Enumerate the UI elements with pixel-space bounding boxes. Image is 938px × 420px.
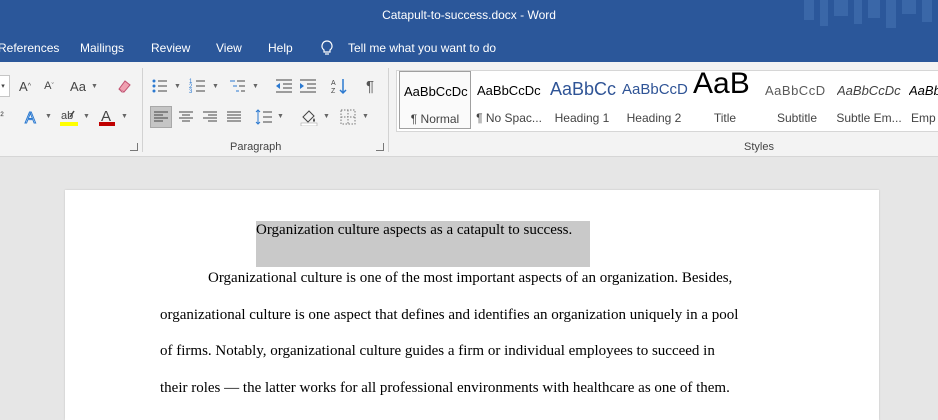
shading-icon[interactable] [298,106,320,128]
chevron-down-icon[interactable]: ▼ [362,113,369,120]
chevron-down-icon[interactable]: ▼ [174,83,181,90]
group-divider [142,68,143,152]
paragraph-line[interactable]: their roles — the latter works for all p… [160,380,730,397]
style-no-spacing[interactable]: AaBbCcDc ¶ No Spac... [473,71,545,129]
tab-mailings[interactable]: Mailings [80,41,124,55]
paragraph-group-label: Paragraph [230,141,282,153]
style-normal[interactable]: AaBbCcDc ¶ Normal [399,71,471,129]
clear-formatting-icon[interactable] [114,76,134,96]
grow-font-icon[interactable]: A ^ [16,76,34,96]
paragraph-line[interactable]: of firms. Notably, organizational cultur… [160,343,715,360]
chevron-down-icon[interactable]: ▼ [252,83,259,90]
multilevel-list-icon[interactable] [228,76,248,96]
style-title[interactable]: AaB Title [689,71,761,129]
chevron-down-icon[interactable]: ▼ [277,113,284,120]
tab-help[interactable]: Help [268,41,293,55]
borders-icon[interactable] [338,106,358,128]
line-spacing-icon[interactable] [254,106,274,128]
font-color-icon[interactable]: A [96,106,118,128]
decrease-indent-icon[interactable] [274,76,294,96]
svg-text:A: A [331,80,336,87]
paragraph-line[interactable]: Organizational culture is one of the mos… [208,270,732,287]
font-size-dropdown[interactable]: ▾ [0,75,10,97]
svg-text:3: 3 [189,89,193,95]
numbering-icon[interactable]: 123 [188,76,208,96]
chevron-down-icon[interactable]: ▼ [121,113,128,120]
justify-icon[interactable] [224,106,244,128]
style-heading-1[interactable]: AaBbCc Heading 1 [546,71,618,129]
style-subtle-emphasis[interactable]: AaBbCcDc Subtle Em... [833,71,905,129]
increase-indent-icon[interactable] [298,76,318,96]
chevron-down-icon[interactable]: ▼ [91,83,98,90]
paragraph-dialog-launcher-icon[interactable] [376,143,384,151]
document-heading[interactable]: Organization culture aspects as a catapu… [256,222,572,239]
align-center-icon[interactable] [176,106,196,128]
styles-group-label: Styles [744,141,774,153]
chevron-down-icon[interactable]: ▼ [45,113,52,120]
document-page[interactable]: Organization culture aspects as a catapu… [65,190,879,420]
show-formatting-marks-icon[interactable]: ¶ [360,76,380,96]
chevron-down-icon[interactable]: ▼ [212,83,219,90]
title-bar-decoration [804,0,932,28]
text-effects-icon[interactable]: A [22,106,42,128]
tab-view[interactable]: View [216,41,242,55]
title-bar: Catapult-to-success.docx - Word [0,0,938,36]
ribbon: ▾ A ^ Aˇ Aa ▼ ² A ▼ ab ▼ A ▼ ▼ 123 ▼ ▼ AZ… [0,62,938,157]
font-dialog-launcher-icon[interactable] [130,143,138,151]
superscript-icon[interactable]: ² [0,106,6,126]
sort-icon[interactable]: AZ [330,76,350,96]
lightbulb-icon[interactable] [320,40,334,59]
ribbon-tabs: References Mailings Review View Help Tel… [0,36,938,62]
style-subtitle[interactable]: AaBbCcD Subtitle [761,71,833,129]
tab-references[interactable]: References [0,41,59,55]
paragraph-line[interactable]: organizational culture is one aspect tha… [160,307,738,324]
chevron-down-icon[interactable]: ▼ [83,113,90,120]
style-emphasis[interactable]: AaBbCcDc Emp [905,71,938,129]
chevron-down-icon[interactable]: ▼ [323,113,330,120]
bullets-icon[interactable] [150,76,170,96]
svg-text:Z: Z [331,88,336,95]
shrink-font-icon[interactable]: Aˇ [40,76,58,96]
change-case-button[interactable]: Aa [68,76,88,96]
tab-review[interactable]: Review [151,41,190,55]
style-heading-2[interactable]: AaBbCcD Heading 2 [618,71,690,129]
svg-text:A: A [25,110,36,126]
highlight-color-icon[interactable]: ab [58,106,80,128]
styles-gallery: AaBbCcDc ¶ Normal AaBbCcDc ¶ No Spac... … [396,70,938,132]
tell-me-search[interactable]: Tell me what you want to do [348,41,496,55]
align-right-icon[interactable] [200,106,220,128]
group-divider [388,68,389,152]
align-left-icon[interactable] [150,106,172,128]
